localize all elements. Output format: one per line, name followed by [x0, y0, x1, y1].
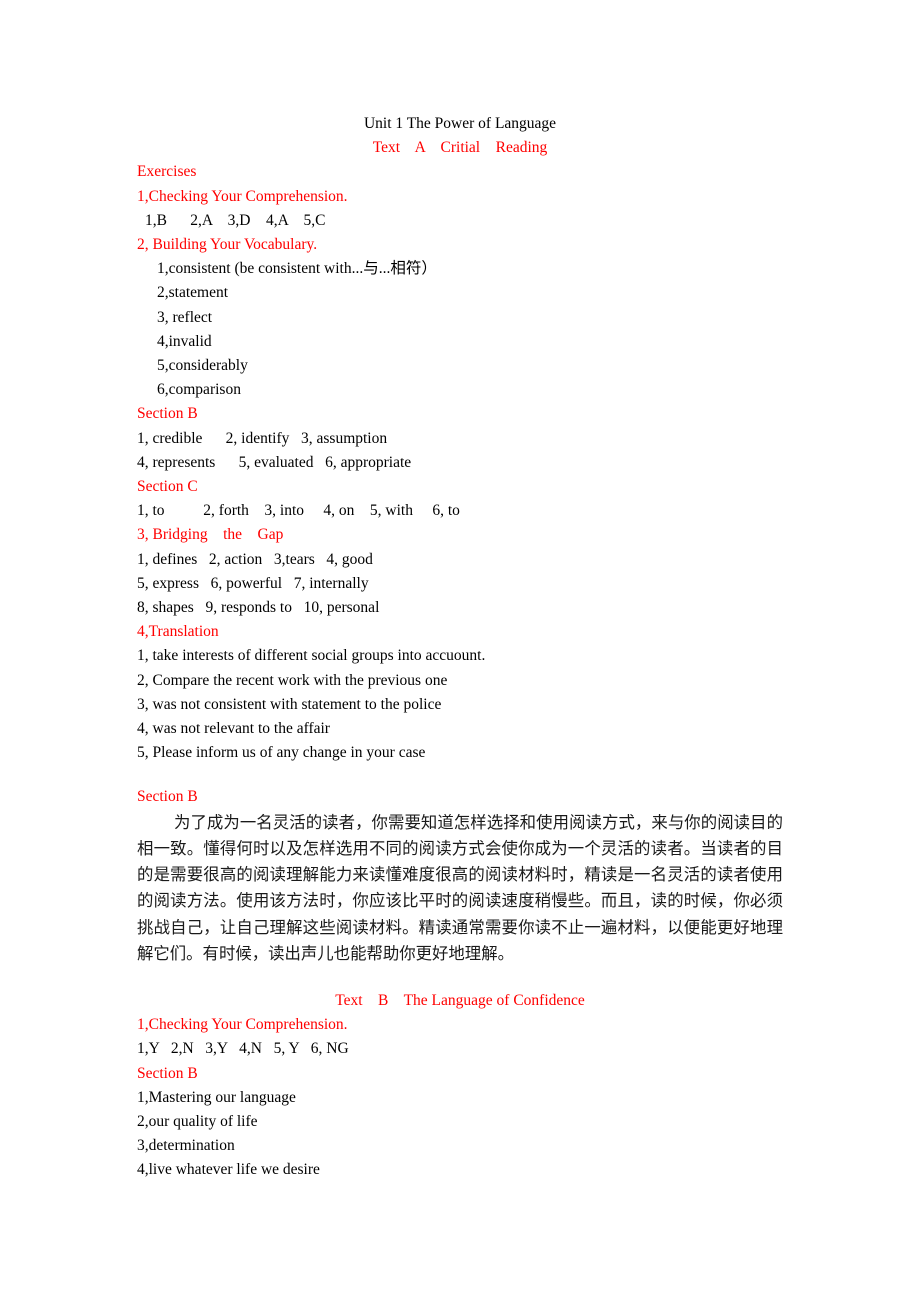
vocab-section-b-line: 4, represents 5, evaluated 6, appropriat…	[137, 453, 412, 471]
section-heading-translation-section-b: Section B	[137, 788, 198, 806]
text-b-section-b-item: 4,live whatever life we desire	[137, 1161, 320, 1179]
exercises-heading: Exercises	[137, 163, 197, 181]
chinese-translation-paragraph: 为了成为一名灵活的读者，你需要知道怎样选择和使用阅读方式，来与你的阅读目的相一致…	[137, 812, 783, 963]
section-heading-translation: 4,Translation	[137, 623, 219, 641]
vocabulary-item: 6,comparison	[157, 381, 241, 399]
vocabulary-item: 1,consistent (be consistent with...与...相…	[157, 260, 437, 278]
vocab-section-b-line: 1, credible 2, identify 3, assumption	[137, 429, 388, 447]
text-b-subsection-heading-section-b: Section B	[137, 1064, 198, 1082]
bridging-gap-line: 1, defines 2, action 3,tears 4, good	[137, 550, 373, 568]
translation-line: 2, Compare the recent work with the prev…	[137, 671, 448, 689]
translation-line: 1, take interests of different social gr…	[137, 647, 486, 665]
text-b-section-heading-checking-comprehension: 1,Checking Your Comprehension.	[137, 1016, 348, 1034]
translation-line: 4, was not relevant to the affair	[137, 720, 330, 738]
bridging-gap-line: 8, shapes 9, responds to 10, personal	[137, 599, 380, 617]
vocabulary-item: 4,invalid	[157, 332, 212, 350]
subsection-heading-vocab-section-c: Section C	[137, 478, 198, 496]
translation-line: 5, Please inform us of any change in you…	[137, 744, 426, 762]
subsection-heading-vocab-section-b: Section B	[137, 405, 198, 423]
text-a-title: Text A Critial Reading	[372, 139, 548, 157]
section-heading-checking-comprehension: 1,Checking Your Comprehension.	[137, 187, 348, 205]
page-title: Unit 1 The Power of Language	[363, 115, 557, 132]
text-b-section-b-item: 3,determination	[137, 1137, 235, 1155]
answers-checking-comprehension: 1,B 2,A 3,D 4,A 5,C	[145, 211, 326, 229]
text-b-section-b-item: 2,our quality of life	[137, 1112, 258, 1130]
translation-line: 3, was not consistent with statement to …	[137, 695, 442, 713]
vocabulary-item: 2,statement	[157, 284, 229, 302]
text-b-title: Text B The Language of Confidence	[335, 991, 585, 1009]
vocabulary-item: 5,considerably	[157, 357, 248, 375]
document-content: Unit 1 The Power of Language Text A Crit…	[137, 112, 783, 1183]
section-heading-bridging-the-gap: 3, Bridging the Gap	[137, 526, 284, 544]
text-b-section-b-item: 1,Mastering our language	[137, 1088, 296, 1106]
document-page: Unit 1 The Power of Language Text A Crit…	[0, 0, 920, 1302]
vocabulary-item: 3, reflect	[157, 308, 213, 326]
text-b-answers-checking-comprehension: 1,Y 2,N 3,Y 4,N 5, Y 6, NG	[137, 1040, 349, 1058]
bridging-gap-line: 5, express 6, powerful 7, internally	[137, 574, 369, 592]
section-heading-building-vocabulary: 2, Building Your Vocabulary.	[137, 236, 318, 254]
vocab-section-c-line: 1, to 2, forth 3, into 4, on 5, with 6, …	[137, 502, 460, 520]
